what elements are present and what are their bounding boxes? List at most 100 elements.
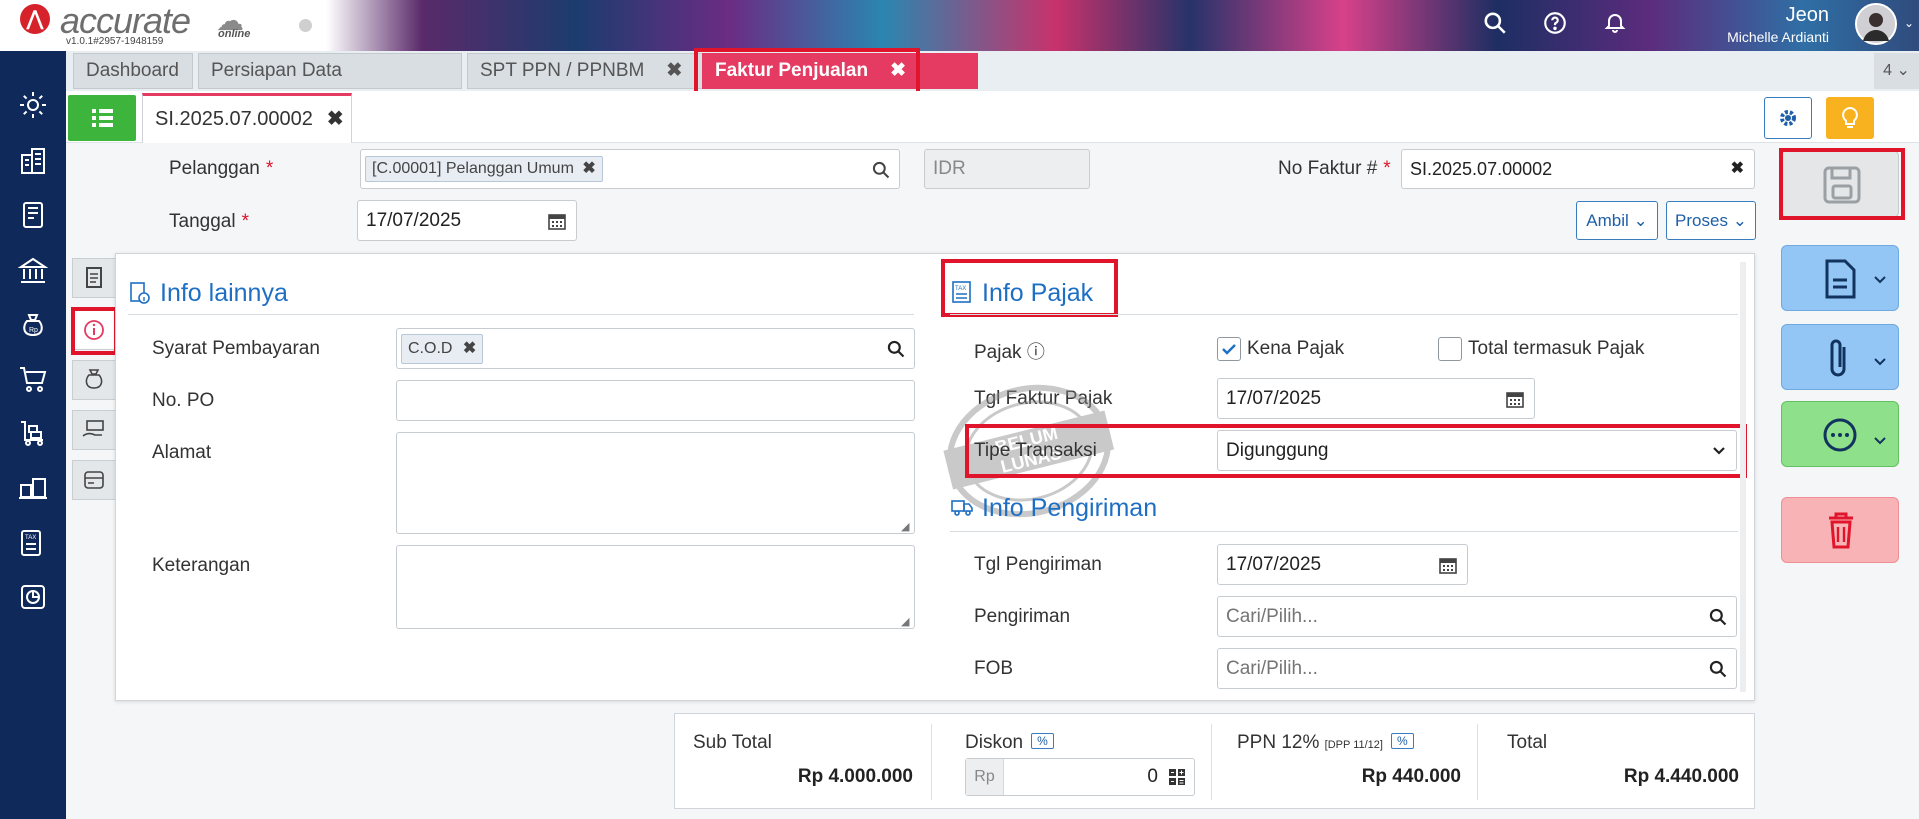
pengiriman-field[interactable] (1217, 596, 1737, 637)
tanggal-field[interactable]: 17/07/2025 (357, 200, 577, 241)
close-tab-icon[interactable]: ✖ (890, 60, 906, 81)
no-po-label: No. PO (152, 390, 215, 411)
tab-pembayaran[interactable] (72, 460, 116, 500)
proses-button[interactable]: Proses ⌄ (1666, 201, 1756, 240)
trash-icon (1829, 512, 1853, 549)
syarat-pembayaran-label: Syarat Pembayaran (152, 338, 320, 359)
chevron-down-icon[interactable]: ⌄ (1904, 16, 1914, 30)
remove-chip-icon[interactable]: ✖ (582, 160, 595, 177)
checkmark-icon (1222, 344, 1236, 355)
clear-icon[interactable]: ✖ (1731, 150, 1744, 188)
subtotal-section: Sub Total Rp 4.000.000 (693, 724, 913, 802)
search-icon[interactable] (1708, 607, 1728, 627)
document-tab[interactable]: SI.2025.07.00002 ✖ (142, 93, 352, 143)
attachment-button[interactable] (1781, 324, 1899, 390)
tab-count-dropdown[interactable]: 4 ⌄ (1874, 53, 1919, 89)
tab-uang-muka[interactable] (72, 410, 116, 450)
user-full-name[interactable]: Michelle Ardianti (1727, 29, 1829, 45)
total-termasuk-pajak-checkbox[interactable] (1438, 337, 1462, 361)
keterangan-field[interactable] (396, 545, 915, 629)
help-icon[interactable] (1541, 10, 1569, 38)
kena-pajak-checkbox[interactable] (1217, 337, 1241, 361)
diskon-field[interactable]: Rp 0 (965, 758, 1195, 796)
settings-gear-icon[interactable] (17, 89, 49, 121)
resize-handle-icon[interactable]: ◢ (901, 520, 909, 533)
pelanggan-field[interactable]: [C.00001] Pelanggan Umum ✖ (360, 149, 900, 189)
calendar-icon[interactable] (548, 212, 566, 230)
pengiriman-input[interactable] (1226, 597, 1686, 636)
notification-bell-icon[interactable] (1601, 10, 1629, 38)
no-faktur-field[interactable]: SI.2025.07.00002 ✖ (1401, 149, 1755, 189)
chevron-down-icon (1713, 447, 1725, 455)
lightbulb-icon (1842, 106, 1858, 128)
divider (128, 314, 914, 315)
panel-scrollbar[interactable] (1740, 262, 1746, 692)
syarat-pembayaran-field[interactable]: C.O.D ✖ (396, 328, 915, 369)
resize-handle-icon[interactable]: ◢ (901, 615, 909, 628)
user-name[interactable]: Jeon (1786, 4, 1829, 27)
tab-persiapan-data[interactable]: Persiapan Data Perusahaan (198, 53, 462, 115)
info-circle-icon[interactable]: ⓘ (1027, 342, 1045, 362)
list-view-button[interactable] (68, 95, 136, 141)
fob-input[interactable] (1226, 649, 1686, 688)
tipe-transaksi-label: Tipe Transaksi (974, 440, 1097, 461)
sales-cart-icon[interactable] (17, 417, 49, 449)
calendar-icon[interactable] (1439, 556, 1457, 574)
tab-detail-items[interactable] (72, 258, 116, 298)
save-floppy-icon (1823, 166, 1861, 204)
close-tab-icon[interactable]: ✖ (666, 60, 682, 81)
diskon-value: 0 (1147, 766, 1158, 787)
ledger-book-icon[interactable] (17, 199, 49, 231)
tipe-transaksi-select[interactable]: Digunggung (1217, 430, 1737, 471)
form-settings-button[interactable] (1764, 97, 1812, 139)
document-icon (1825, 259, 1886, 299)
tanggal-label: Tanggal * (169, 211, 249, 232)
report-chart-icon[interactable] (17, 581, 49, 613)
tab-info-lainnya[interactable] (72, 310, 116, 350)
inventory-icon[interactable] (17, 471, 49, 503)
tgl-pengiriman-field[interactable]: 17/07/2025 (1217, 544, 1468, 585)
diskon-percent-toggle[interactable]: % (1031, 733, 1054, 749)
tab-dashboard[interactable]: Dashboard (73, 53, 193, 89)
logo[interactable]: ⋀ accurate ☁ online v1.0.1#2957-1948159 (0, 0, 300, 51)
total-label: Total (1507, 732, 1548, 753)
alamat-field[interactable] (396, 432, 915, 534)
search-icon[interactable] (1708, 659, 1728, 679)
calculator-icon[interactable] (1168, 768, 1186, 786)
avatar[interactable] (1855, 3, 1897, 45)
divider (950, 314, 1738, 315)
search-icon[interactable] (886, 339, 906, 359)
ppn-percent-toggle[interactable]: % (1390, 733, 1414, 749)
more-actions-button[interactable] (1781, 401, 1899, 467)
ppn-dpp-note: [DPP 11/12] (1324, 739, 1383, 751)
search-icon[interactable] (1481, 10, 1509, 38)
total-section: Total Rp 4.440.000 (1507, 724, 1739, 802)
search-icon[interactable] (871, 160, 891, 180)
diskon-section: Diskon% Rp 0 (965, 724, 1197, 802)
fob-field[interactable] (1217, 648, 1737, 689)
money-bag-icon[interactable]: Rp (17, 309, 49, 341)
tgl-pengiriman-value: 17/07/2025 (1226, 554, 1322, 575)
tab-biaya[interactable] (72, 360, 116, 400)
info-circle-icon (84, 320, 104, 340)
no-po-field[interactable] (396, 380, 915, 421)
shopping-cart-icon[interactable] (17, 363, 49, 395)
bank-icon[interactable] (17, 255, 49, 287)
calendar-icon[interactable] (1506, 390, 1524, 408)
print-button[interactable] (1781, 245, 1899, 311)
ambil-button[interactable]: Ambil ⌄ (1576, 201, 1658, 240)
brand-sub: online (218, 28, 251, 40)
tips-button[interactable] (1826, 97, 1874, 139)
svg-text:TAX: TAX (955, 286, 966, 292)
pelanggan-chip: [C.00001] Pelanggan Umum ✖ (365, 156, 603, 182)
company-building-icon[interactable] (17, 145, 49, 177)
save-button[interactable] (1781, 150, 1899, 218)
no-faktur-value: SI.2025.07.00002 (1410, 159, 1553, 179)
delete-button[interactable] (1781, 497, 1899, 563)
close-document-icon[interactable]: ✖ (327, 108, 344, 130)
tgl-faktur-pajak-field[interactable]: 17/07/2025 (1217, 378, 1535, 419)
remove-chip-icon[interactable]: ✖ (463, 340, 476, 357)
tab-faktur-penjualan[interactable]: Faktur Penjualan ✖ (702, 53, 978, 89)
tax-report-icon[interactable]: TAX (17, 527, 49, 559)
document-info-icon (130, 282, 150, 304)
